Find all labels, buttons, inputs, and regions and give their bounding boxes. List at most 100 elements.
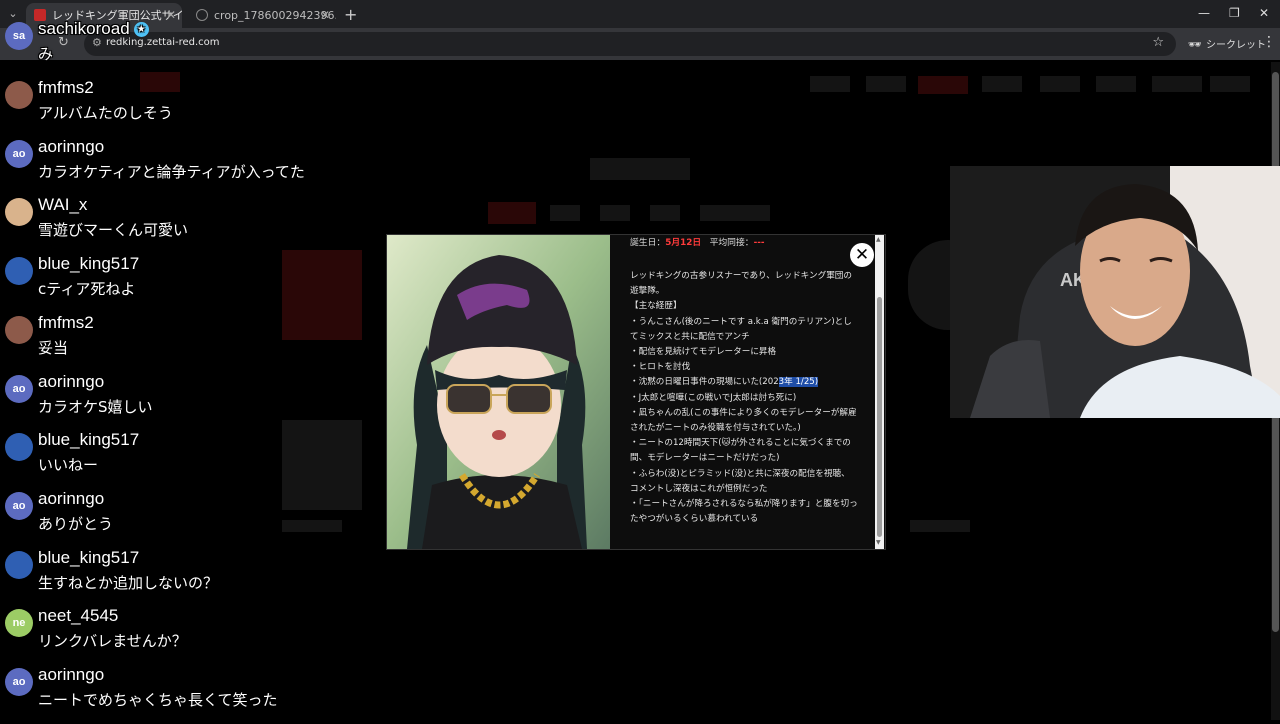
chat-message: ao aorinngo カラオケティアと論争ティアが入ってた	[5, 137, 355, 196]
chat-text: ありがとう	[38, 515, 114, 533]
chat-text: アルバムたのしそう	[38, 104, 173, 122]
selected-text: 3年 1/25)	[778, 377, 819, 388]
chat-message: fmfms2 アルバムたのしそう	[5, 78, 355, 137]
filter-tab[interactable]	[650, 205, 680, 221]
user-avatar: sa	[5, 22, 33, 50]
career-heading: 【主な経歴】	[630, 301, 682, 312]
close-modal-icon[interactable]: ✕	[850, 243, 874, 267]
chat-username: aorinngo	[38, 137, 105, 156]
browser-menu-icon[interactable]: ⋮	[1262, 34, 1276, 50]
chat-message: ao aorinngo ありがとう	[5, 489, 355, 548]
chat-text: ニートでめちゃくちゃ長くて笑った	[38, 691, 278, 709]
member-portrait	[387, 235, 610, 549]
close-window-icon[interactable]: ✕	[1259, 6, 1269, 20]
nav-item[interactable]	[810, 76, 850, 92]
chat-text: いいねー	[38, 456, 99, 474]
user-avatar	[5, 81, 33, 109]
chat-username: sachikoroad ★	[38, 19, 149, 39]
chat-text: カラオケティアと論争ティアが入ってた	[38, 163, 305, 181]
scroll-up-icon[interactable]: ▲	[876, 236, 881, 243]
member-name	[910, 520, 970, 532]
member-profile-modal: 誕生日：5月12日 平均同接：--- レッドキングの古参リスナーであり、レッドキ…	[386, 234, 886, 550]
chat-text: 生すねとか追加しないの？	[38, 574, 219, 592]
user-avatar: ao	[5, 492, 33, 520]
incognito-indicator[interactable]: 🕶 シークレット	[1188, 36, 1266, 51]
section-title	[590, 158, 690, 180]
nav-item[interactable]	[1040, 76, 1080, 92]
user-avatar: ao	[5, 375, 33, 403]
user-avatar	[5, 257, 33, 285]
chat-message: ao aorinngo ニートでめちゃくちゃ長くて笑った	[5, 665, 355, 724]
nav-item[interactable]	[1210, 76, 1250, 92]
birthday-label: 誕生日：	[630, 238, 666, 248]
restore-icon[interactable]: ❐	[1229, 6, 1240, 20]
chat-username: blue_king517	[38, 548, 140, 567]
user-avatar	[5, 433, 33, 461]
chat-text: cティア死ねよ	[38, 280, 136, 298]
live-chat-overlay: sa sachikoroad ★ み fmfms2 アルバムたのしそう ao ao…	[0, 0, 360, 720]
incognito-label: シークレット	[1205, 40, 1266, 51]
chat-username: fmfms2	[38, 313, 94, 332]
avg-viewers-value: ---	[753, 238, 765, 248]
user-avatar	[5, 551, 33, 579]
chat-text: 妥当	[38, 339, 69, 357]
filter-tab[interactable]	[600, 205, 630, 221]
nav-item[interactable]	[866, 76, 906, 92]
chat-message: sa sachikoroad ★ み	[5, 19, 355, 78]
career-item: ・ふらわ(没)とピラミッド(没)と共に深夜の配信を視聴、コメントし深夜はこれが恒…	[630, 468, 850, 494]
profile-description: レッドキングの古参リスナーであり、レッドキング軍団の遊撃隊。 【主な経歴】 ・う…	[630, 269, 858, 527]
streamer-webcam: AKRACI	[950, 166, 1280, 418]
user-avatar: ao	[5, 140, 33, 168]
career-item-text: ・沈黙の日曜日事件の現場にいた(202	[630, 377, 779, 388]
bookmark-star-icon[interactable]: ☆	[1152, 35, 1164, 50]
profile-intro: レッドキングの古参リスナーであり、レッドキング軍団の遊撃隊。	[630, 271, 852, 297]
avg-viewers-label: 平均同接：	[709, 238, 754, 248]
chat-message: ao aorinngo カラオケS嬉しい	[5, 372, 355, 431]
minimize-icon[interactable]: —	[1198, 6, 1210, 20]
chat-message: WAI_x 雪遊びマーくん可愛い	[5, 195, 355, 254]
nav-item[interactable]	[1152, 76, 1202, 92]
chat-text: カラオケS嬉しい	[38, 398, 153, 416]
chat-username: blue_king517	[38, 430, 140, 449]
career-item: ・ヒロトを討伐	[630, 362, 691, 373]
nav-item-active[interactable]	[918, 76, 968, 94]
scroll-down-icon[interactable]: ▼	[876, 539, 881, 546]
chat-message: blue_king517 いいねー	[5, 430, 355, 489]
career-item: ・沈黙の日曜日事件の現場にいた(2023年 1/25)	[630, 375, 858, 390]
chat-text: リンクバレませんか？	[38, 632, 187, 650]
chat-username: blue_king517	[38, 254, 140, 273]
birthday-value: 5月12日	[665, 238, 702, 248]
nav-item[interactable]	[1096, 76, 1136, 92]
chat-message: blue_king517 生すねとか追加しないの？	[5, 548, 355, 607]
career-item: ・J太郎と喧嘩(この戦いでJ太郎は討ち死に)	[630, 392, 797, 403]
profile-meta: 誕生日：5月12日 平均同接：---	[630, 236, 765, 251]
user-avatar	[5, 316, 33, 344]
chat-username: aorinngo	[38, 665, 105, 684]
career-item: ・配信を見続けてモデレーターに昇格	[630, 347, 777, 358]
career-item: ・凪ちゃんの乱(この事件により多くのモデレーターが解雇されたがニートのみ役職を付…	[630, 407, 857, 434]
user-avatar: ao	[5, 668, 33, 696]
chat-username: aorinngo	[38, 372, 105, 391]
user-avatar	[5, 198, 33, 226]
nav-item[interactable]	[982, 76, 1022, 92]
moderator-badge-icon: ★	[133, 22, 149, 37]
chat-username: aorinngo	[38, 489, 105, 508]
modal-scrollbar-thumb[interactable]	[877, 297, 882, 537]
chat-username: neet_4545	[38, 606, 119, 625]
chat-username: WAI_x	[38, 195, 88, 214]
user-avatar: ne	[5, 609, 33, 637]
career-item: ・「ニートさんが降ろされるなら私が降ります」と腹を切ったやつがいるくらい慕われて…	[630, 499, 858, 525]
filter-tab[interactable]	[550, 205, 580, 221]
chat-message: blue_king517 cティア死ねよ	[5, 254, 355, 313]
career-item: ・うんこさん(後のニートです a.k.a 衛門のテリアン)としてミックスと共に配…	[630, 316, 852, 342]
career-item: ・ニートの12時間天下(🐱が外されることに気づくまでの間、モデレーターはニートだ…	[630, 438, 851, 464]
chat-username-text: sachikoroad	[38, 19, 130, 38]
chat-message: fmfms2 妥当	[5, 313, 355, 372]
incognito-icon: 🕶	[1188, 38, 1202, 51]
chat-username: fmfms2	[38, 78, 94, 97]
chat-message: ne neet_4545 リンクバレませんか？	[5, 606, 355, 665]
filter-tab-active[interactable]	[488, 202, 536, 224]
profile-text: 誕生日：5月12日 平均同接：--- レッドキングの古参リスナーであり、レッドキ…	[630, 235, 860, 549]
chat-text: み	[38, 45, 54, 63]
filter-tab[interactable]	[700, 205, 770, 221]
